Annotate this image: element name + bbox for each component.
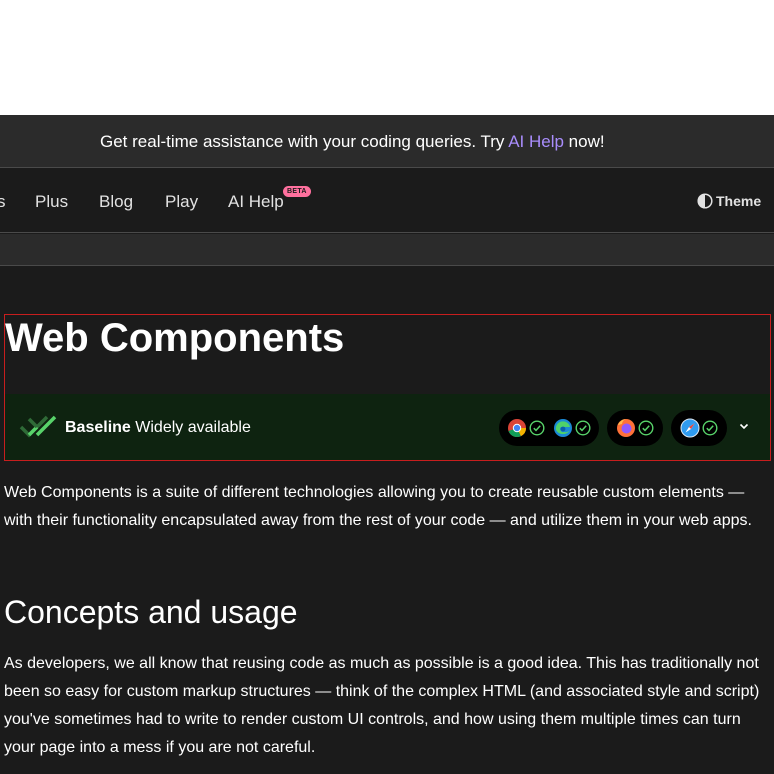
check-circle-icon [702,420,718,436]
baseline-check-icon [19,415,57,438]
page-title: Web Components [5,316,345,360]
browser-group-safari [671,410,727,446]
chrome-icon [508,419,527,438]
baseline-strong: Baseline [65,419,131,436]
banner-text-before: Get real-time assistance with your codin… [100,132,509,151]
theme-label: Theme [716,193,762,209]
chevron-down-icon[interactable] [738,420,750,432]
check-circle-icon [575,420,591,436]
theme-contrast-icon [697,193,713,209]
browser-group-firefox [607,410,663,446]
concepts-paragraph: As developers, we all know that reusing … [4,655,760,756]
baseline-banner[interactable]: Baseline Widely available [5,394,770,460]
banner-text: Get real-time assistance with your codin… [100,132,605,152]
edge-icon [554,419,572,437]
browser-group-chromium [499,410,599,446]
main-nav: s Plus Blog Play AI Help BETA [0,169,774,233]
baseline-text: Baseline Widely available [65,419,251,437]
nav-item-ai-help[interactable]: AI Help [228,192,284,212]
breadcrumb-bar [0,234,774,266]
top-blank-area [0,0,774,115]
nav-item-play[interactable]: Play [165,192,198,212]
nav-item-plus[interactable]: Plus [35,192,68,212]
check-circle-icon [529,420,545,436]
section-heading: Concepts and usage [4,594,298,630]
firefox-icon [617,419,635,437]
nav-item-partial[interactable]: s [0,192,6,212]
safari-icon [680,418,700,438]
baseline-status: Widely available [135,419,251,436]
intro-paragraph: Web Components is a suite of different t… [4,484,752,529]
banner-ai-help-link[interactable]: AI Help [508,132,564,151]
beta-badge: BETA [283,186,311,197]
check-circle-icon [638,420,654,436]
nav-item-blog[interactable]: Blog [99,192,133,212]
banner-text-after: now! [563,132,605,151]
ai-help-banner: Get real-time assistance with your codin… [0,115,774,168]
